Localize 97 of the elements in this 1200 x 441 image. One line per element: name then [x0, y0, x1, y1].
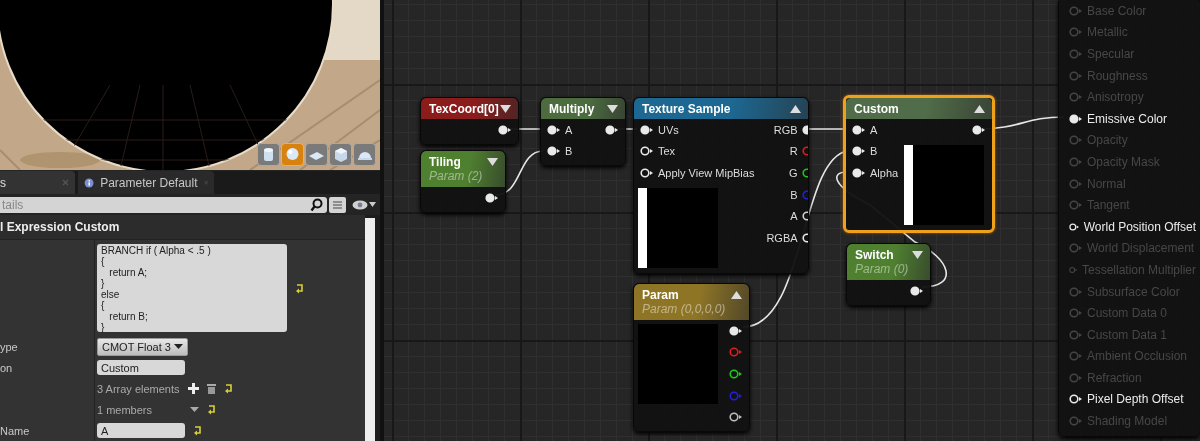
expand-arrow-icon[interactable] — [487, 158, 498, 166]
list-view-button[interactable] — [329, 196, 346, 213]
expand-arrow-icon[interactable] — [790, 105, 801, 113]
member-count: 1 members — [97, 403, 154, 416]
node-subtitle: Param (0,0,0,0) — [642, 302, 726, 317]
caret-icon — [174, 344, 183, 349]
preview-shape-button[interactable] — [353, 143, 376, 166]
graph-node[interactable]: TexCoord[0] — [420, 97, 519, 145]
pin[interactable] — [498, 124, 512, 135]
pin-label: A — [565, 123, 573, 136]
expand-arrow-icon[interactable] — [500, 105, 511, 113]
pin-label: RGB — [773, 123, 798, 136]
node-title: Texture Sample — [642, 102, 731, 116]
pin-label: B — [790, 188, 798, 201]
pin-label: B — [870, 145, 878, 158]
search-field[interactable]: tails — [0, 196, 327, 213]
pin-label: G — [789, 167, 798, 179]
pin[interactable] — [852, 146, 866, 157]
pin-label: R — [789, 145, 798, 158]
pin-label: Pixel Depth Offset — [1087, 392, 1184, 407]
pin-label: Emissive Color — [1087, 111, 1167, 126]
pin-label: A — [790, 210, 798, 223]
graph-node[interactable]: Texture Sample UVs Tex Apply View MipBias RGB R G B A RGBA — [633, 97, 809, 274]
preview-shape-button[interactable] — [281, 143, 304, 166]
category-header: l Expression Custom — [0, 215, 365, 240]
graph-node[interactable]: Switch Param (0) — [846, 243, 931, 306]
text-field[interactable]: A — [97, 423, 185, 438]
reset-icon[interactable] — [207, 404, 216, 415]
pin[interactable] — [852, 168, 866, 178]
graph-node[interactable]: Custom A B Alpha — [843, 95, 995, 233]
panel-tab[interactable]: s — [0, 171, 75, 194]
node-title: Switch — [855, 248, 895, 262]
expand-arrow-icon[interactable] — [974, 105, 985, 113]
graph-node[interactable]: Param Param (0,0,0,0) — [633, 283, 750, 432]
close-icon — [62, 179, 69, 186]
pin-label: UVs — [658, 123, 679, 136]
array-count: 3 Array elements — [97, 382, 180, 395]
property-label: on — [0, 361, 13, 374]
scrollbar[interactable] — [365, 218, 375, 441]
close-icon — [203, 179, 208, 186]
list-icon — [332, 199, 343, 210]
panel-tab[interactable]: Parameter Default — [78, 171, 214, 194]
caret-icon[interactable] — [190, 407, 199, 412]
node-title: Param — [642, 288, 680, 302]
pin[interactable] — [729, 369, 743, 379]
eye-icon — [352, 199, 368, 210]
reset-icon[interactable] — [193, 425, 202, 436]
pin[interactable] — [910, 285, 924, 296]
pin[interactable] — [1069, 221, 1080, 232]
property-label: ype — [0, 340, 18, 353]
pin[interactable] — [640, 168, 654, 178]
cube-icon — [332, 146, 349, 163]
node-subtitle: Param (0) — [855, 262, 909, 277]
pin-label: A — [870, 123, 878, 136]
expand-arrow-icon[interactable] — [607, 105, 618, 113]
node-subtitle: Param (2) — [429, 169, 483, 184]
reset-icon[interactable] — [223, 383, 233, 394]
graph-node[interactable]: Multiply A B — [540, 97, 626, 167]
pin-label: Tex — [658, 145, 676, 158]
pin[interactable] — [1069, 394, 1083, 405]
pin-label: Apply View MipBias — [658, 167, 755, 179]
code-field[interactable]: BRANCH if ( Alpha < .5 ) { return A; } else { return B; } — [97, 244, 287, 332]
type-dropdown[interactable]: CMOT Float 3 — [97, 337, 188, 356]
pin[interactable] — [640, 146, 654, 157]
expand-arrow-icon[interactable] — [731, 291, 742, 299]
preview-shape-button[interactable] — [305, 143, 328, 166]
pin[interactable] — [547, 124, 561, 135]
pin[interactable] — [972, 124, 987, 135]
pin[interactable] — [852, 124, 866, 135]
pin-label: Alpha — [870, 167, 899, 179]
pin[interactable] — [605, 124, 619, 135]
node-title: Tiling — [429, 155, 462, 169]
sphere-icon — [284, 146, 301, 163]
pin-label: B — [565, 145, 573, 158]
caret-icon — [369, 202, 376, 207]
reset-icon[interactable] — [295, 282, 304, 294]
add-icon[interactable] — [187, 383, 199, 394]
property-label: Name — [0, 424, 30, 437]
node-title: Custom — [854, 102, 899, 116]
pin-label: RGBA — [766, 231, 798, 244]
pin[interactable] — [640, 124, 654, 135]
pin-label: World Position Offset — [1083, 219, 1196, 234]
node-title: Multiply — [549, 102, 595, 116]
pin[interactable] — [1069, 113, 1083, 124]
graph-node[interactable]: Tiling Param (2) — [420, 150, 506, 213]
view-options-button[interactable] — [352, 199, 376, 210]
pin[interactable] — [729, 412, 743, 423]
pin[interactable] — [729, 325, 743, 336]
pin[interactable] — [485, 192, 499, 203]
node-title: TexCoord[0] — [429, 102, 499, 116]
preview-shape-button[interactable] — [257, 143, 280, 166]
graph-node[interactable] — [1058, 0, 1200, 437]
text-field[interactable]: Custom — [97, 360, 185, 375]
expand-arrow-icon[interactable] — [912, 251, 923, 259]
trash-icon[interactable] — [206, 383, 216, 394]
pin[interactable] — [547, 146, 561, 157]
preview-shape-button[interactable] — [329, 143, 352, 166]
